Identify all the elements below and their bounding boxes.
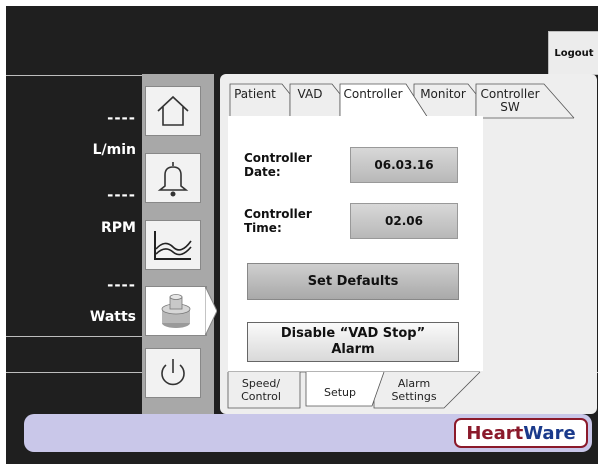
divider-line — [6, 372, 142, 373]
nav-alarms-button[interactable] — [145, 153, 201, 203]
power-value: ---- — [107, 276, 136, 294]
bell-icon — [157, 162, 189, 197]
tab-vad[interactable]: VAD — [290, 88, 330, 101]
set-defaults-button[interactable]: Set Defaults — [247, 263, 459, 300]
tab-speed-control[interactable]: Speed/ Control — [230, 377, 292, 403]
logout-button[interactable]: Logout — [548, 31, 598, 75]
logo-text-ware: Ware — [523, 422, 576, 444]
speed-value: ---- — [107, 186, 136, 204]
logo-text-heart: Heart — [466, 422, 524, 444]
tab-alarm-settings[interactable]: Alarm Settings — [388, 377, 440, 403]
tab-controller-sw[interactable]: Controller SW — [476, 88, 544, 114]
power-unit: Watts — [89, 309, 136, 325]
tab-setup[interactable]: Setup — [312, 386, 368, 399]
power-icon — [161, 359, 185, 386]
heartware-logo: Heart Ware — [454, 418, 588, 448]
controller-time-label: Controller Time: — [244, 207, 312, 235]
tab-patient[interactable]: Patient — [228, 88, 282, 101]
home-icon — [157, 95, 189, 126]
nav-trends-button[interactable] — [145, 220, 201, 270]
controller-date-label: Controller Date: — [244, 151, 312, 179]
flow-unit: L/min — [92, 142, 136, 158]
divider-line — [597, 372, 598, 373]
nav-power-button[interactable] — [145, 348, 201, 398]
speed-unit: RPM — [101, 220, 136, 236]
nav-home-button[interactable] — [145, 86, 201, 136]
tab-controller[interactable]: Controller — [338, 88, 408, 101]
disable-vad-stop-alarm-button[interactable]: Disable “VAD Stop” Alarm — [247, 322, 459, 362]
controller-time-field[interactable]: 02.06 — [350, 203, 458, 239]
tab-monitor[interactable]: Monitor — [414, 88, 472, 101]
flow-value: ---- — [107, 109, 136, 127]
trend-graph-icon — [154, 231, 192, 260]
nav-pump-button[interactable] — [145, 286, 207, 336]
pump-icon — [161, 294, 191, 328]
device-screen: Logout ---- L/min ---- RPM ---- Watts Pa… — [6, 6, 598, 464]
divider-line — [6, 75, 142, 76]
divider-line — [6, 336, 142, 337]
controller-date-field[interactable]: 06.03.16 — [350, 147, 458, 183]
active-indicator-arrow — [205, 286, 217, 336]
